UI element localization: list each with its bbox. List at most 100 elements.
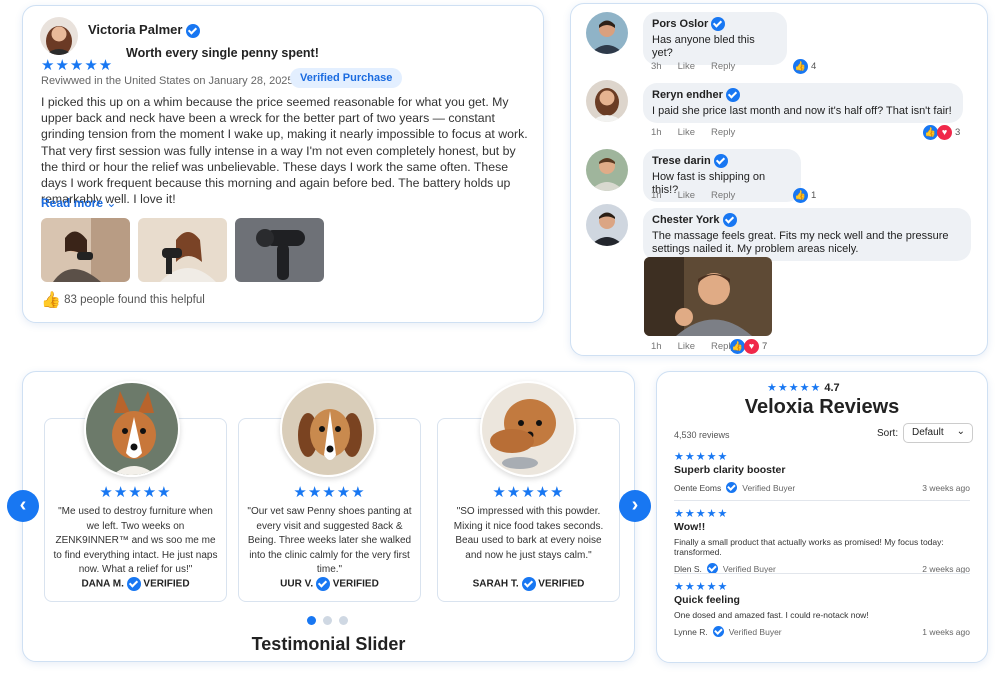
verified-check-icon [726, 482, 738, 493]
slider-dot[interactable] [339, 616, 348, 625]
review-photo[interactable] [235, 218, 324, 282]
reviewer-avatar[interactable] [40, 17, 78, 55]
dog-photo-doodle [480, 381, 576, 477]
verified-buyer-label: Verified Buyer [728, 626, 782, 637]
sort-select[interactable]: Default ⌄ [903, 423, 973, 443]
divider [674, 500, 970, 501]
reaction-summary[interactable]: 👍 ♥ 7 [730, 339, 767, 354]
comment-text: The massage feels great. Fits my neck we… [652, 230, 949, 255]
verified-check-icon [126, 577, 141, 591]
review-item-meta: Oente Eoms Verified Buyer 3 weeks ago [674, 482, 970, 493]
commenter-name[interactable]: Reryn endher [652, 88, 954, 102]
chevron-down-icon: ⌄ [106, 196, 117, 210]
heart-reaction-icon: ♥ [937, 125, 952, 140]
chevron-right-icon: › [631, 494, 639, 516]
reply-link[interactable]: Reply [711, 61, 735, 72]
rating-stars: ★★★★★ [99, 484, 172, 501]
review-item-body: One dosed and amazed fast. I could re-no… [674, 610, 869, 620]
review-item: ★★★★★ Quick feeling One dosed and amazed… [674, 580, 970, 637]
review-item-title: Superb clarity booster [674, 464, 786, 476]
rating-stars: ★★★★★ [674, 581, 729, 593]
slider-title: Testimonial Slider [251, 634, 406, 654]
reviewer-name: Lynne R. [674, 626, 708, 637]
like-link[interactable]: Like [678, 341, 695, 352]
slider-prev-button[interactable]: ‹ [7, 490, 39, 522]
review-age: 1 weeks ago [922, 626, 970, 637]
dog-photo-corgi [84, 381, 180, 477]
testimonial-author: DANA M. VERIFIED [81, 577, 190, 591]
commenter-name[interactable]: Pors Oslor [652, 17, 778, 31]
slider-next-button[interactable]: › [619, 490, 651, 522]
like-link[interactable]: Like [678, 190, 695, 201]
verified-buyer-label: Verified Buyer [742, 482, 796, 493]
chevron-down-icon: ⌄ [956, 426, 965, 437]
slider-pagination [307, 616, 348, 625]
commenter-avatar[interactable] [586, 204, 628, 246]
like-reaction-icon: 👍 [730, 339, 745, 354]
like-link[interactable]: Like [678, 127, 695, 138]
average-rating: ★★★★★ 4.7 [767, 381, 840, 394]
verified-check-icon [712, 626, 724, 637]
helpful-count: 👍 83 people found this helpful [41, 292, 205, 309]
review-item: ★★★★★ Wow!! Finally a small product that… [674, 507, 970, 574]
slider-dot[interactable] [323, 616, 332, 625]
reviewer-name: Oente Eoms [674, 482, 722, 493]
verified-purchase-badge: Verified Purchase [290, 68, 403, 88]
reaction-summary[interactable]: 👍 1 [793, 188, 816, 203]
review-item-meta: Lynne R. Verified Buyer 1 weeks ago [674, 626, 970, 637]
verified-check-icon [521, 577, 536, 591]
comment-bubble: Chester York The massage feels great. Fi… [643, 208, 971, 261]
verified-check-icon [713, 154, 728, 168]
testimonial-quote: "Our vet saw Penny shoes panting at ever… [247, 506, 412, 575]
review-photo[interactable] [138, 218, 227, 282]
review-photo[interactable] [41, 218, 130, 282]
comment-meta: 1h Like Reply [651, 190, 751, 201]
commenter-avatar[interactable] [586, 80, 628, 122]
verified-check-icon [722, 213, 737, 227]
reaction-summary[interactable]: 👍 4 [793, 59, 816, 74]
review-date: Reviwwed in the United States on January… [41, 75, 294, 87]
review-item-body: Finally a small product that actually wo… [674, 537, 944, 557]
heart-reaction-icon: ♥ [744, 339, 759, 354]
comment-time: 1h [651, 341, 662, 352]
like-reaction-icon: 👍 [923, 125, 938, 140]
rating-stars: ★★★★★ [674, 451, 729, 463]
commenter-name[interactable]: Chester York [652, 213, 962, 227]
review-card: Victoria Palmer ★★★★★ Worth every single… [22, 5, 544, 323]
reviews-title: Veloxia Reviews [744, 396, 900, 418]
verified-check-icon [186, 23, 201, 38]
reaction-summary[interactable]: 👍 ♥ 3 [923, 125, 960, 140]
testimonial-quote: "Me used to destroy furniture when we le… [53, 506, 218, 575]
comment-meta: 1h Like Reply [651, 127, 751, 138]
reply-link[interactable]: Reply [711, 127, 735, 138]
reviewer-name: Dlen S. [674, 563, 702, 574]
rating-stars: ★★★★★ [674, 508, 729, 520]
like-reaction-icon: 👍 [793, 188, 808, 203]
comment-time: 3h [651, 61, 662, 72]
verified-buyer-label: Verified Buyer [722, 563, 776, 574]
review-body: I picked this up on a whim because the p… [41, 95, 528, 207]
commenter-name[interactable]: Trese darin [652, 154, 792, 168]
like-link[interactable]: Like [678, 61, 695, 72]
reply-link[interactable]: Reply [711, 190, 735, 201]
review-age: 3 weeks ago [922, 482, 970, 493]
testimonial-author: SARAH T. VERIFIED [472, 577, 585, 591]
commenter-avatar[interactable] [586, 12, 628, 54]
slider-dot[interactable] [307, 616, 316, 625]
commenter-avatar[interactable] [586, 149, 628, 191]
read-more-link[interactable]: Read more ⌄ [41, 196, 116, 210]
comment-text: I paid she price last month and now it's… [652, 105, 952, 117]
comment-photo[interactable] [644, 257, 772, 336]
verified-check-icon [711, 17, 726, 31]
testimonial-author: UUR V. VERIFIED [280, 577, 379, 591]
reviewer-name[interactable]: Victoria Palmer [88, 22, 201, 38]
comment-meta: 3h Like Reply [651, 61, 751, 72]
review-item-title: Quick feeling [674, 594, 740, 606]
verified-check-icon [725, 88, 740, 102]
veloxia-reviews-card: ★★★★★ 4.7 Veloxia Reviews 4,530 reviews … [656, 371, 988, 663]
rating-value: 4.7 [824, 382, 840, 394]
comment-bubble: Reryn endher I paid she price last month… [643, 83, 963, 123]
comment-time: 1h [651, 190, 662, 201]
testimonial-slider: ★★★★★ "Me used to destroy furniture when… [7, 371, 651, 662]
thumbs-up-icon[interactable]: 👍 [41, 292, 61, 309]
